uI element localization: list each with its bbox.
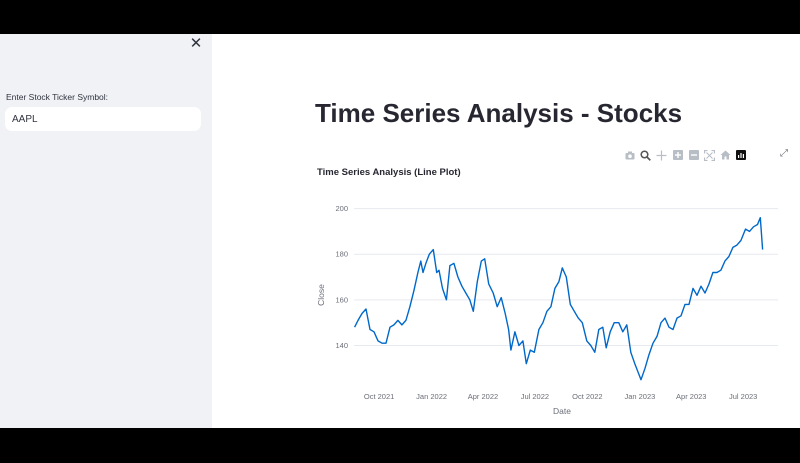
y-tick-label: 140	[335, 341, 348, 350]
ticker-input[interactable]	[5, 107, 201, 131]
x-tick-label: Apr 2022	[468, 392, 498, 401]
y-tick-label: 180	[335, 250, 348, 259]
sidebar: ✕ Enter Stock Ticker Symbol:	[0, 34, 212, 428]
line-chart: 140 160 180 200 Oct 2021 Jan 2022 Apr 2022 Jul …	[316, 204, 778, 416]
y-tick-label: 160	[335, 295, 348, 304]
ticker-label: Enter Stock Ticker Symbol:	[6, 92, 109, 102]
x-tick-label: Jul 2023	[729, 392, 757, 401]
x-tick-label: Oct 2021	[364, 392, 394, 401]
x-tick-label: Jan 2023	[624, 392, 655, 401]
close-icon[interactable]: ✕	[188, 36, 204, 52]
app-window: ✕ Enter Stock Ticker Symbol: Time Series…	[0, 34, 800, 428]
y-tick-label: 200	[335, 204, 348, 213]
chart-container: Time Series Analysis (Line Plot) 140 160 1…	[312, 146, 788, 428]
close-price-line	[353, 216, 764, 381]
x-axis-title: Date	[553, 406, 571, 416]
x-tick-label: Oct 2022	[572, 392, 602, 401]
x-tick-label: Jan 2022	[416, 392, 447, 401]
x-tick-label: Jul 2022	[521, 392, 549, 401]
x-tick-label: Apr 2023	[676, 392, 706, 401]
page-title: Time Series Analysis - Stocks	[315, 98, 683, 128]
y-axis-title: Close	[316, 284, 326, 306]
main-content: Time Series Analysis - Stocks ⤢ Time Ser…	[212, 34, 800, 428]
